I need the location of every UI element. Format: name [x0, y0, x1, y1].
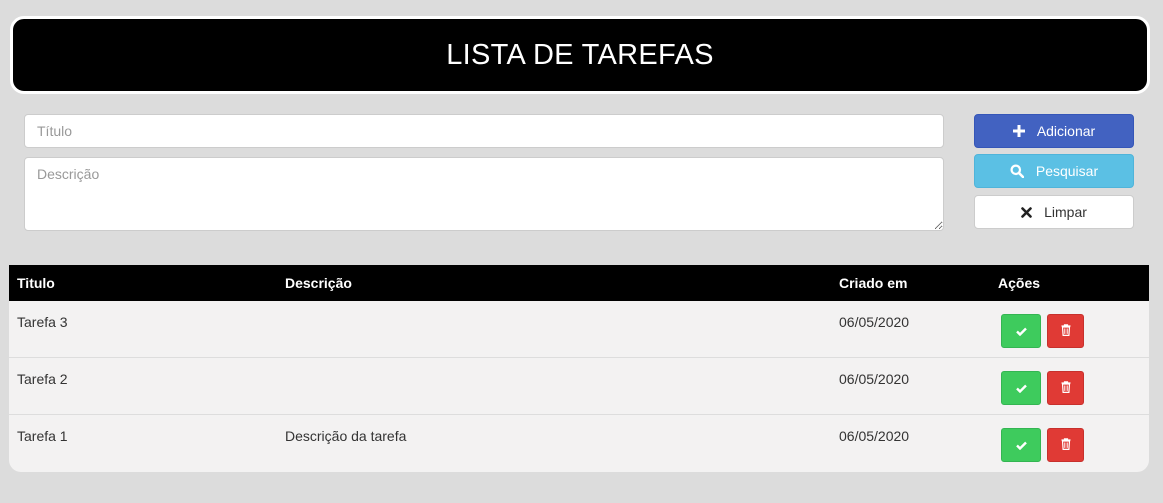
table-row: Tarefa 2 06/05/2020	[9, 358, 1149, 415]
check-icon	[1015, 380, 1027, 396]
app-header: LISTA DE TAREFAS	[10, 16, 1150, 94]
close-icon	[1021, 206, 1032, 218]
task-title: Tarefa 1	[17, 428, 68, 444]
search-button-label: Pesquisar	[1035, 163, 1099, 179]
column-header-created: Criado em	[839, 275, 908, 291]
search-icon	[1010, 164, 1024, 178]
plus-icon	[1012, 125, 1025, 137]
complete-button[interactable]	[1001, 428, 1041, 462]
table-row: Tarefa 1 Descrição da tarefa 06/05/2020	[9, 415, 1149, 472]
table-header: Titulo Descrição Criado em Ações	[9, 265, 1149, 301]
add-button-label: Adicionar	[1036, 123, 1096, 139]
clear-button-label: Limpar	[1044, 204, 1087, 220]
trash-icon	[1061, 323, 1071, 339]
task-title: Tarefa 2	[17, 371, 68, 387]
column-header-description: Descrição	[285, 275, 352, 291]
description-input[interactable]	[24, 157, 944, 231]
delete-button[interactable]	[1047, 314, 1084, 348]
column-header-actions: Ações	[998, 275, 1041, 291]
check-icon	[1015, 437, 1027, 453]
row-actions	[1001, 371, 1084, 405]
row-actions	[1001, 314, 1084, 348]
check-icon	[1015, 323, 1027, 339]
delete-button[interactable]	[1047, 428, 1084, 462]
page-title: LISTA DE TAREFAS	[446, 38, 714, 71]
task-created-date: 06/05/2020	[839, 314, 910, 330]
column-header-title: Titulo	[17, 275, 55, 291]
row-actions	[1001, 428, 1084, 462]
trash-icon	[1061, 437, 1071, 453]
search-button[interactable]: Pesquisar	[974, 154, 1134, 188]
add-button[interactable]: Adicionar	[974, 114, 1134, 148]
table-row: Tarefa 3 06/05/2020	[9, 301, 1149, 358]
complete-button[interactable]	[1001, 371, 1041, 405]
task-description: Descrição da tarefa	[285, 428, 407, 444]
task-title: Tarefa 3	[17, 314, 68, 330]
trash-icon	[1061, 380, 1071, 396]
tasks-table: Titulo Descrição Criado em Ações Tarefa …	[9, 265, 1149, 472]
delete-button[interactable]	[1047, 371, 1084, 405]
task-created-date: 06/05/2020	[839, 371, 910, 387]
complete-button[interactable]	[1001, 314, 1041, 348]
title-input[interactable]	[24, 114, 944, 148]
clear-button[interactable]: Limpar	[974, 195, 1134, 229]
task-created-date: 06/05/2020	[839, 428, 910, 444]
